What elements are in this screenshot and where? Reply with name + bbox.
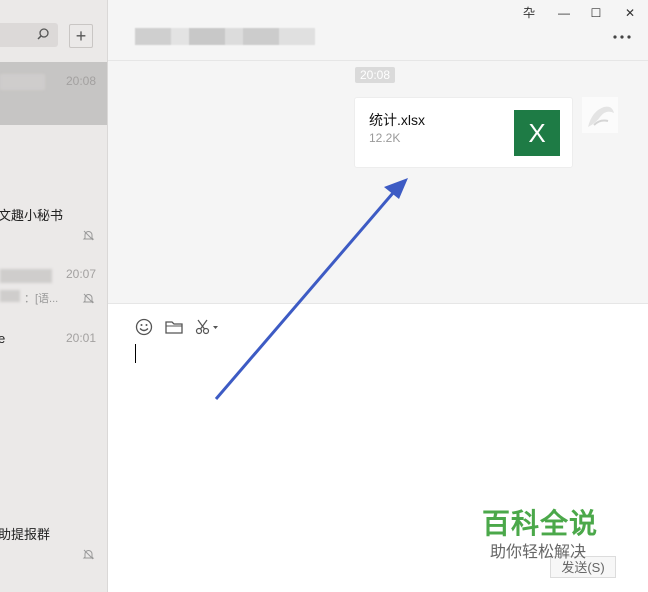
close-button[interactable]: ✕	[621, 5, 639, 21]
file-message-card[interactable]: 统计.xlsx 12.2K X	[354, 97, 573, 168]
chat-title-blurred	[135, 28, 315, 45]
message-area: 20:08 统计.xlsx 12.2K X	[108, 61, 648, 304]
chat-name: 文趣小秘书	[0, 208, 64, 223]
chat-list-item[interactable]: 20:07 ：[语...	[0, 255, 107, 317]
chat-time: 20:01	[65, 331, 96, 345]
mute-bell-icon	[82, 230, 95, 241]
message-timestamp: 20:08	[355, 67, 396, 83]
chat-header: 卆 — ☐ ✕	[108, 0, 648, 61]
chat-time: 20:07	[65, 267, 96, 281]
add-chat-button[interactable]: +	[69, 24, 93, 48]
search-icon[interactable]	[36, 27, 50, 41]
minimize-button[interactable]: —	[555, 5, 573, 21]
file-name: 统计.xlsx	[369, 112, 425, 128]
emoji-icon[interactable]	[134, 318, 154, 336]
blurred-name	[0, 269, 52, 283]
scissors-icon[interactable]	[194, 318, 220, 336]
mute-bell-icon	[82, 549, 95, 560]
folder-icon[interactable]	[164, 318, 184, 336]
file-size: 12.2K	[369, 131, 401, 145]
chat-name: e	[0, 331, 5, 346]
text-caret	[135, 344, 136, 363]
blurred-preview	[0, 290, 20, 302]
blurred-name	[0, 74, 45, 90]
pin-button[interactable]: 卆	[520, 5, 538, 21]
avatar[interactable]	[582, 97, 618, 133]
chat-time: 20:08	[65, 74, 96, 88]
chat-list-panel: + 20:08 文趣小秘书 20:07 ：[语... e 20:01 助提报群	[0, 0, 108, 592]
chat-list-item[interactable]: 20:08	[0, 62, 107, 125]
more-options-icon[interactable]	[612, 34, 632, 40]
chat-list-item[interactable]: 助提报群	[0, 510, 107, 572]
chat-list-item[interactable]: e 20:01	[0, 318, 107, 380]
chat-name: 助提报群	[0, 527, 51, 542]
chat-preview: ：[语...	[24, 293, 59, 305]
watermark-subtitle: 助你轻松解决	[490, 542, 587, 561]
excel-file-icon: X	[514, 110, 560, 156]
maximize-button[interactable]: ☐	[587, 5, 605, 21]
watermark-logo-text: 百科全说	[482, 507, 599, 540]
mute-bell-icon	[82, 293, 95, 304]
chat-list-item[interactable]: 文趣小秘书	[0, 190, 107, 252]
